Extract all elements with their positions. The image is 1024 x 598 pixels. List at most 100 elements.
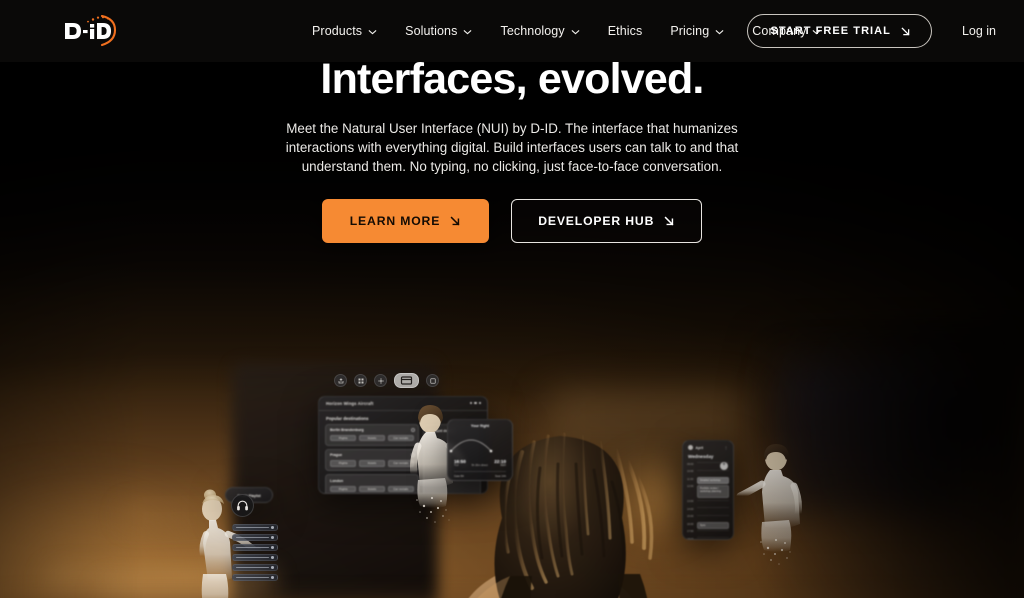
calendar-row[interactable]: 10:00 (683, 469, 733, 478)
calendar-slot[interactable] (697, 469, 729, 478)
destination-action[interactable]: Hotels (358, 460, 386, 467)
calendar-row[interactable]: 15:00 (683, 514, 733, 523)
share-icon[interactable] (334, 374, 347, 387)
calendar-time: 10:00 (687, 470, 694, 473)
calendar-slot[interactable] (697, 507, 729, 515)
track-title-bar (236, 556, 269, 559)
chevron-down-icon (571, 30, 580, 35)
flight-arc-graphic (449, 439, 493, 453)
destination-action[interactable]: Flights (330, 460, 357, 467)
nav-item-ethics[interactable]: Ethics (594, 18, 657, 44)
list-item[interactable] (232, 524, 278, 531)
calendar-icon (688, 445, 693, 450)
calendar-time: 12:00 (687, 485, 694, 488)
calendar-slot[interactable] (697, 499, 729, 508)
nav-item-pricing[interactable]: Pricing (656, 18, 738, 44)
window-icon[interactable] (394, 373, 419, 388)
music-playlist[interactable] (232, 524, 278, 584)
calendar-time: 11:00 (687, 477, 694, 481)
arrow-down-right-icon (664, 217, 674, 226)
calendar-row[interactable]: 13:00 (683, 499, 733, 508)
calendar-day: Wednesday (688, 454, 714, 459)
track-play-icon[interactable] (271, 556, 274, 559)
learn-more-button[interactable]: LEARN MORE (321, 199, 490, 244)
panel-menu-icon[interactable]: ⋮ (724, 445, 728, 450)
track-title-bar (236, 566, 269, 569)
calendar-time: 17:00 (687, 530, 694, 533)
calendar-row[interactable]: 18:00 (683, 537, 733, 540)
calendar-row[interactable]: 16:00 Sync (683, 522, 733, 530)
scene-toolbar[interactable] (334, 373, 439, 388)
chevron-down-icon (463, 30, 472, 35)
nav-item-solutions[interactable]: Solutions (391, 18, 486, 44)
top-navigation-bar: Products Solutions Technology Ethics Pri… (0, 0, 1024, 62)
calendar-panel[interactable]: April ⋮ Wednesday + 09:00 10:00 11:00 De… (682, 440, 734, 540)
hero-cta-row: LEARN MORE DEVELOPER HUB (0, 199, 1024, 244)
track-play-icon[interactable] (271, 526, 274, 529)
login-link[interactable]: Log in (932, 18, 996, 44)
hero-background-image: Create Playlist (0, 62, 1024, 598)
calendar-event[interactable]: Sync (697, 522, 729, 529)
list-item[interactable] (232, 574, 278, 581)
nav-item-technology[interactable]: Technology (486, 18, 593, 44)
nav-item-label: Solutions (405, 24, 458, 38)
list-item[interactable] (232, 534, 278, 541)
add-event-button[interactable]: + (720, 462, 728, 470)
calendar-time: 18:00 (687, 537, 694, 540)
d-id-face-profile-logo[interactable] (62, 15, 124, 47)
flight-duration-label: 5h 20m direct (471, 464, 488, 467)
headphones-icon (231, 494, 254, 517)
chevron-down-icon (715, 30, 724, 35)
flight-info-title: Your flight (470, 424, 490, 428)
calendar-slot[interactable] (697, 514, 729, 523)
arrow-down-right-icon (450, 217, 460, 226)
nav-item-label: Products (312, 24, 363, 38)
calendar-time: 09:00 (687, 462, 694, 466)
settings-icon[interactable] (374, 374, 387, 387)
track-title-bar (236, 576, 269, 579)
list-item[interactable] (232, 564, 278, 571)
flight-depart-label: TLV (454, 464, 459, 467)
destination-action[interactable]: Hotels (358, 435, 386, 442)
destination-action[interactable]: Flights (330, 485, 357, 492)
calendar-time: 16:00 (687, 522, 694, 526)
list-item[interactable] (232, 554, 278, 561)
nav-item-label: Technology (500, 24, 565, 38)
track-play-icon[interactable] (271, 566, 274, 569)
calendar-time: 15:00 (687, 515, 694, 518)
calendar-row[interactable]: 17:00 (683, 529, 733, 538)
calendar-row[interactable]: 11:00 Detailed workshop (683, 477, 733, 485)
flight-gate: Gate B4 (454, 475, 464, 478)
track-title-bar (236, 546, 269, 549)
arrow-down-right-icon (901, 26, 910, 36)
destination-action[interactable]: Flights (330, 435, 357, 442)
calendar-event[interactable]: Detailed workshop (697, 477, 729, 484)
calendar-slot[interactable] (697, 529, 729, 538)
start-free-trial-label: START FREE TRIAL (770, 25, 891, 37)
calendar-event[interactable]: Portfolio review / workshop planning (697, 484, 729, 498)
developer-hub-label: DEVELOPER HUB (538, 214, 655, 229)
learn-more-label: LEARN MORE (349, 214, 441, 229)
calendar-time: 13:00 (687, 500, 694, 503)
calendar-slot[interactable] (697, 537, 729, 539)
list-item[interactable] (232, 544, 278, 551)
developer-hub-button[interactable]: DEVELOPER HUB (511, 199, 703, 244)
destination-action[interactable]: Hotels (358, 485, 386, 492)
chevron-down-icon (368, 30, 377, 35)
calendar-row[interactable]: 14:00 (683, 507, 733, 515)
flight-seat: Seat 14A (494, 475, 506, 478)
calendar-grid[interactable]: 09:00 10:00 11:00 Detailed workshop 12:0… (683, 459, 733, 540)
track-play-icon[interactable] (271, 576, 274, 579)
track-play-icon[interactable] (271, 546, 274, 549)
grid-icon[interactable] (354, 374, 367, 387)
layers-icon[interactable] (426, 374, 439, 387)
nav-item-label: Pricing (670, 24, 710, 38)
nav-item-label: Ethics (607, 24, 643, 38)
track-title-bar (236, 526, 269, 529)
start-free-trial-button[interactable]: START FREE TRIAL (747, 14, 932, 48)
flight-info-panel[interactable]: Your flight 16:50 22:10 TLV 5h 20m direc… (447, 419, 513, 481)
calendar-row[interactable]: 12:00 Portfolio review / workshop planni… (683, 484, 733, 500)
track-play-icon[interactable] (271, 536, 274, 539)
nav-item-products[interactable]: Products (298, 18, 391, 44)
flight-arrive-label: BER (500, 464, 506, 467)
